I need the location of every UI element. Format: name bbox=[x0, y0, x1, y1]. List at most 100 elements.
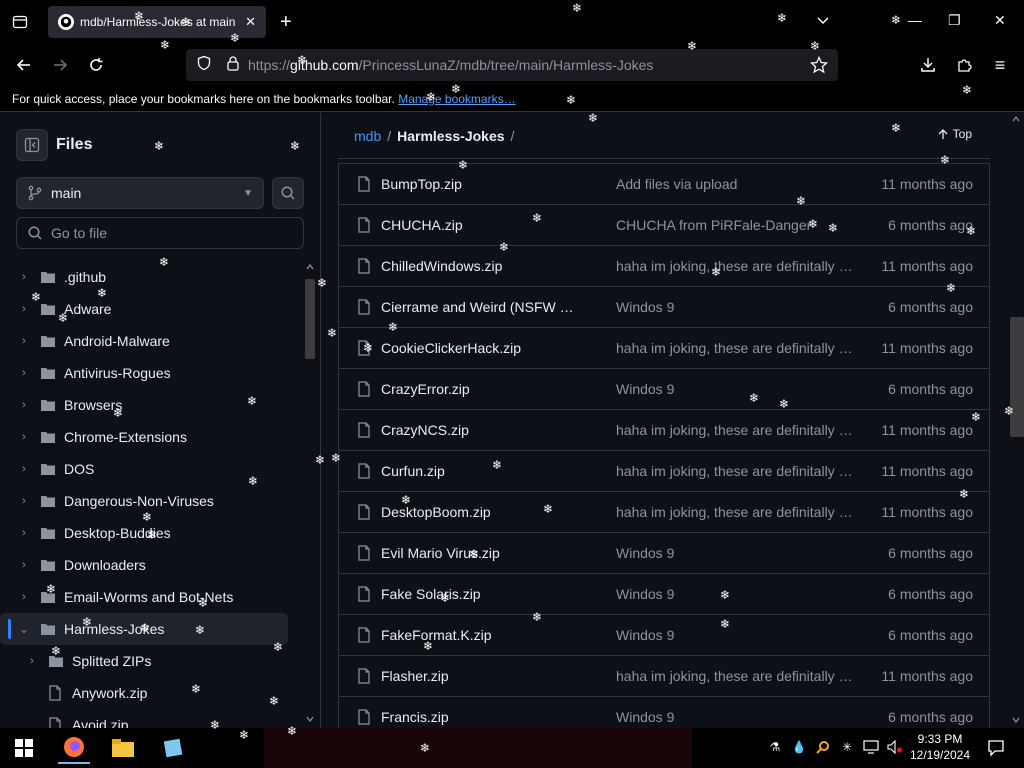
commit-message-link[interactable]: Windos 9 bbox=[616, 627, 674, 643]
reload-button[interactable] bbox=[85, 54, 107, 76]
chevron-right-icon[interactable]: › bbox=[24, 655, 40, 667]
chevron-right-icon[interactable]: › bbox=[16, 431, 32, 443]
tree-folder-item[interactable]: › Android-Malware bbox=[0, 325, 300, 357]
tree-folder-item[interactable]: › Dangerous-Non-Viruses bbox=[0, 485, 300, 517]
file-name-link[interactable]: CHUCHA.zip bbox=[381, 217, 463, 233]
chevron-right-icon[interactable]: › bbox=[16, 559, 32, 571]
commit-message-link[interactable]: Windos 9 bbox=[616, 709, 674, 725]
lock-icon[interactable] bbox=[226, 55, 240, 76]
go-to-file-input[interactable] bbox=[51, 225, 291, 241]
file-name-link[interactable]: CrazyError.zip bbox=[381, 381, 470, 397]
volume-muted-icon[interactable] bbox=[886, 738, 904, 756]
file-name-link[interactable]: FakeFormat.K.zip bbox=[381, 627, 491, 643]
forward-button[interactable] bbox=[49, 54, 71, 76]
chevron-down-icon[interactable]: ⌄ bbox=[16, 623, 32, 636]
tree-folder-item[interactable]: › Browsers bbox=[0, 389, 300, 421]
tree-folder-item[interactable]: › DOS bbox=[0, 453, 300, 485]
breadcrumb-repo-link[interactable]: mdb bbox=[354, 128, 381, 144]
close-window-button[interactable]: ✕ bbox=[994, 12, 1006, 29]
search-button[interactable] bbox=[272, 177, 304, 209]
file-name-link[interactable]: ChilledWindows.zip bbox=[381, 258, 502, 274]
back-button[interactable] bbox=[13, 54, 35, 76]
file-name-link[interactable]: DesktopBoom.zip bbox=[381, 504, 491, 520]
browser-tab-active[interactable]: mdb/Harmless-Jokes at main · ✕ bbox=[48, 6, 266, 38]
tree-folder-item[interactable]: › Antivirus-Rogues bbox=[0, 357, 300, 389]
commit-message-link[interactable]: haha im joking, these are definitally r.… bbox=[616, 668, 854, 684]
taskbar-file-explorer[interactable] bbox=[107, 732, 139, 764]
downloads-icon[interactable] bbox=[917, 54, 939, 76]
water-drop-icon[interactable]: 💧 bbox=[790, 738, 808, 756]
file-row[interactable]: Cierrame and Weird (NSFW 18... Windos 9 6 … bbox=[339, 286, 989, 327]
address-bar[interactable]: https://github.com/PrincessLunaZ/mdb/tre… bbox=[186, 49, 838, 81]
start-button[interactable] bbox=[8, 732, 40, 764]
commit-message-link[interactable]: Windos 9 bbox=[616, 545, 674, 561]
chevron-right-icon[interactable]: › bbox=[16, 591, 32, 603]
file-name-link[interactable]: Francis.zip bbox=[381, 709, 449, 725]
chevron-right-icon[interactable]: › bbox=[16, 527, 32, 539]
taskbar-clock[interactable]: 9:33 PM 12/19/2024 bbox=[908, 731, 972, 763]
tree-scrollbar[interactable] bbox=[303, 263, 317, 723]
chevron-right-icon[interactable]: › bbox=[16, 335, 32, 347]
commit-message-link[interactable]: haha im joking, these are definitally r.… bbox=[616, 340, 854, 356]
file-name-link[interactable]: CookieClickerHack.zip bbox=[381, 340, 521, 356]
chevron-right-icon[interactable]: › bbox=[16, 303, 32, 315]
restore-button[interactable]: ❐ bbox=[948, 12, 961, 29]
commit-message-link[interactable]: Windos 9 bbox=[616, 299, 674, 315]
tree-folder-item[interactable]: › Chrome-Extensions bbox=[0, 421, 300, 453]
page-scroll-thumb[interactable] bbox=[1010, 317, 1024, 437]
file-name-link[interactable]: Cierrame and Weird (NSFW 18... bbox=[381, 299, 581, 315]
file-row[interactable]: Evil Mario Virus.zip Windos 9 6 months ago bbox=[339, 532, 989, 573]
file-row[interactable]: Flasher.zip haha im joking, these are def… bbox=[339, 655, 989, 696]
commit-message-link[interactable]: Windos 9 bbox=[616, 381, 674, 397]
manage-bookmarks-link[interactable]: Manage bookmarks… bbox=[398, 92, 515, 106]
chevron-right-icon[interactable]: › bbox=[16, 271, 32, 283]
new-tab-button[interactable]: + bbox=[280, 12, 292, 32]
bookmark-star-icon[interactable] bbox=[809, 55, 829, 79]
chevron-right-icon[interactable]: › bbox=[16, 399, 32, 411]
commit-message-link[interactable]: haha im joking, these are definitally r.… bbox=[616, 463, 854, 479]
tree-file-item[interactable]: Anywork.zip bbox=[0, 677, 300, 709]
file-name-link[interactable]: BumpTop.zip bbox=[381, 176, 462, 192]
chevron-right-icon[interactable]: › bbox=[16, 367, 32, 379]
tree-folder-item[interactable]: › Splitted ZIPs bbox=[0, 645, 300, 677]
file-row[interactable]: CrazyError.zip Windos 9 6 months ago bbox=[339, 368, 989, 409]
tree-folder-item[interactable]: › Email-Worms and Bot-Nets bbox=[0, 581, 300, 613]
commit-message-link[interactable]: Windos 9 bbox=[616, 586, 674, 602]
file-name-link[interactable]: Curfun.zip bbox=[381, 463, 445, 479]
commit-message-link[interactable]: haha im joking, these are definitally r.… bbox=[616, 258, 854, 274]
file-name-link[interactable]: Evil Mario Virus.zip bbox=[381, 545, 500, 561]
tab-list-icon[interactable] bbox=[8, 10, 32, 34]
collapse-sidebar-button[interactable] bbox=[16, 129, 48, 161]
chevron-right-icon[interactable]: › bbox=[16, 495, 32, 507]
file-row[interactable]: Fake Solaris.zip Windos 9 6 months ago bbox=[339, 573, 989, 614]
taskbar-notepad[interactable] bbox=[157, 732, 189, 764]
chevron-down-icon[interactable] bbox=[816, 14, 830, 33]
snowflake-icon[interactable]: ✳ bbox=[838, 738, 856, 756]
file-row[interactable]: DesktopBoom.zip haha im joking, these are… bbox=[339, 491, 989, 532]
file-name-link[interactable]: Fake Solaris.zip bbox=[381, 586, 481, 602]
commit-message-link[interactable]: haha im joking, these are definitally r.… bbox=[616, 422, 854, 438]
chevron-right-icon[interactable]: › bbox=[16, 463, 32, 475]
file-name-link[interactable]: Flasher.zip bbox=[381, 668, 449, 684]
branch-selector[interactable]: main ▼ bbox=[16, 177, 264, 209]
tree-scroll-thumb[interactable] bbox=[305, 279, 315, 359]
file-row[interactable]: Francis.zip Windos 9 6 months ago bbox=[339, 696, 989, 728]
tree-folder-item[interactable]: › Downloaders bbox=[0, 549, 300, 581]
network-icon[interactable] bbox=[862, 738, 880, 756]
tray-app-icon[interactable]: ⚗ bbox=[766, 738, 784, 756]
file-row[interactable]: Curfun.zip haha im joking, these are defi… bbox=[339, 450, 989, 491]
notifications-button[interactable] bbox=[980, 732, 1012, 764]
commit-message-link[interactable]: haha im joking, these are definitally r.… bbox=[616, 504, 854, 520]
tree-folder-item[interactable]: › Adware bbox=[0, 293, 300, 325]
minimize-button[interactable]: — bbox=[908, 12, 922, 28]
taskbar-firefox[interactable] bbox=[58, 732, 90, 764]
file-row[interactable]: CHUCHA.zip CHUCHA from PiRFale-Danger 6 mo… bbox=[339, 204, 989, 245]
tree-folder-item[interactable]: › Desktop-Buddies bbox=[0, 517, 300, 549]
file-row[interactable]: CookieClickerHack.zip haha im joking, the… bbox=[339, 327, 989, 368]
file-row[interactable]: FakeFormat.K.zip Windos 9 6 months ago bbox=[339, 614, 989, 655]
tree-folder-item[interactable]: › .github bbox=[0, 261, 300, 293]
extensions-icon[interactable] bbox=[953, 54, 975, 76]
go-to-file-field[interactable] bbox=[16, 217, 304, 249]
menu-icon[interactable]: ≡ bbox=[989, 54, 1011, 76]
search-icon[interactable] bbox=[814, 738, 832, 756]
